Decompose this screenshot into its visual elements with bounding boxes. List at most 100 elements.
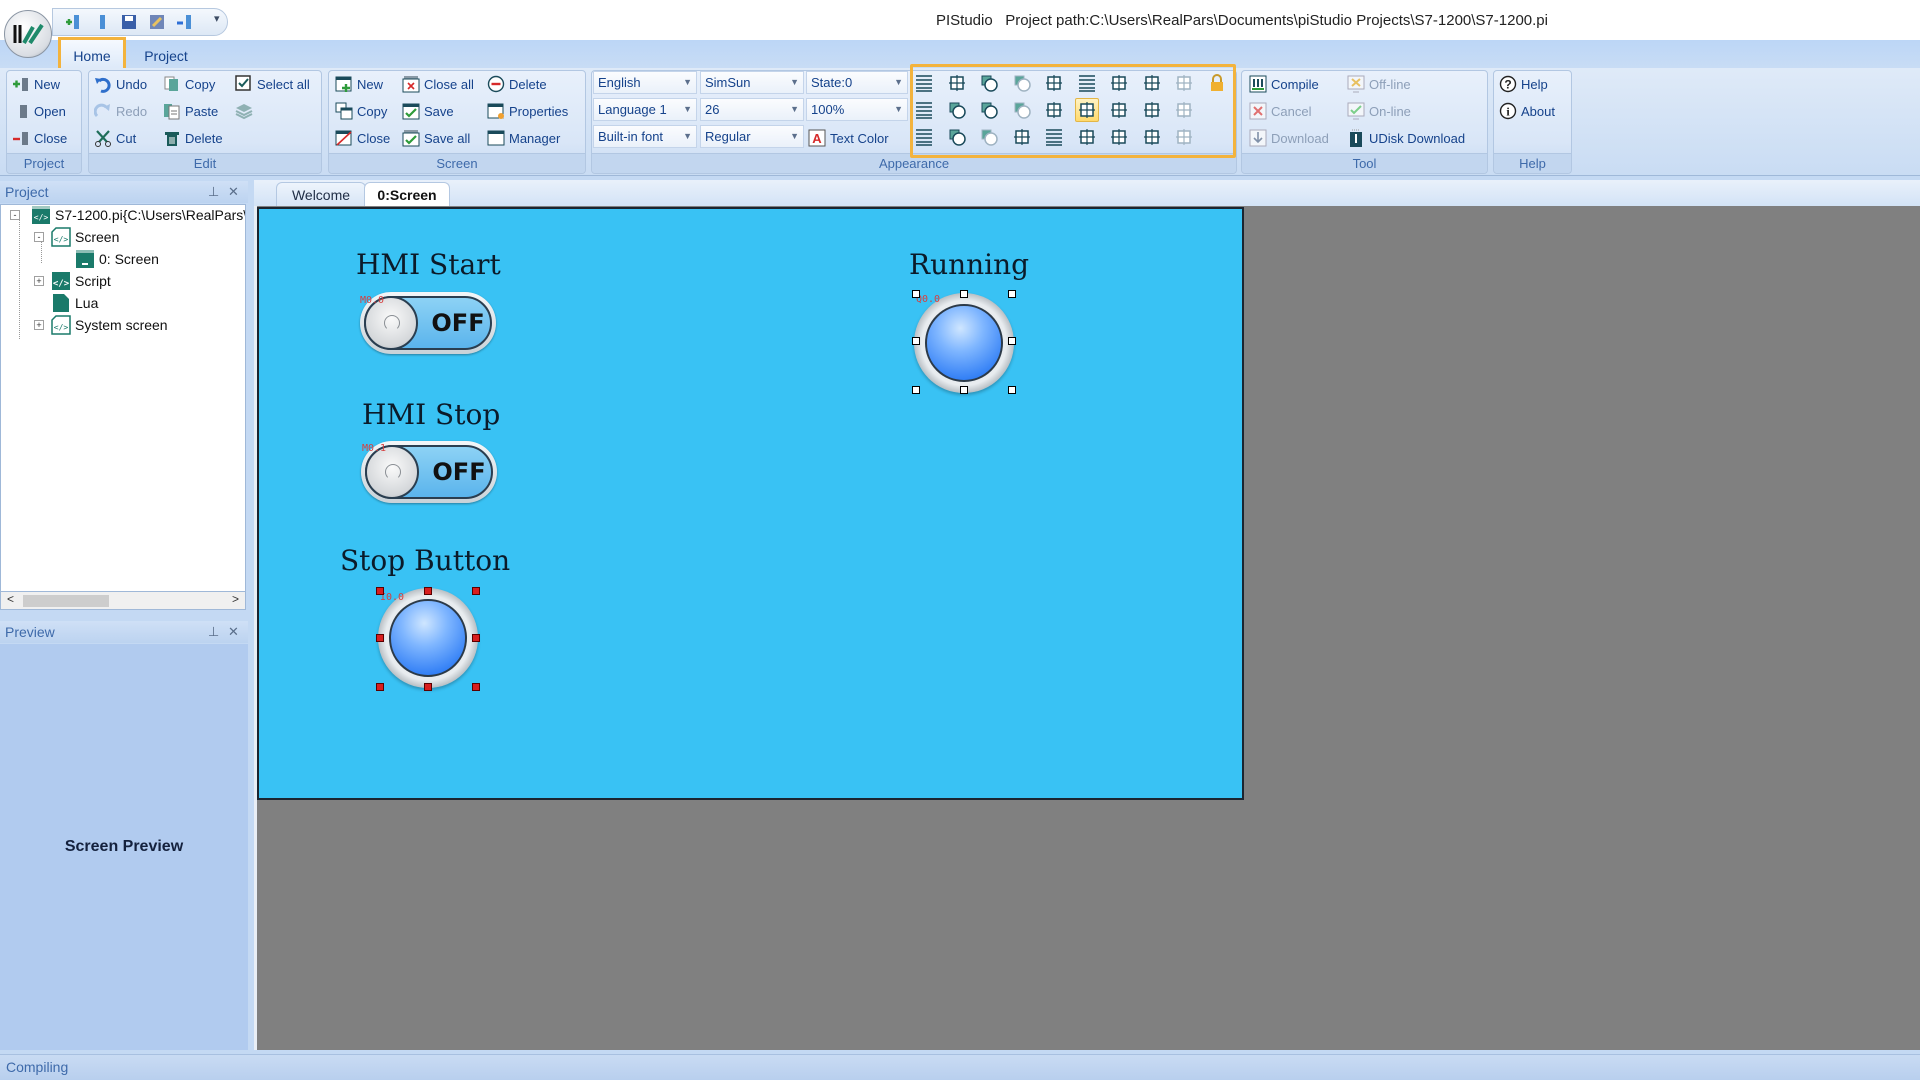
state-select[interactable]: State:0 ▼: [806, 71, 908, 94]
rotate-left-icon[interactable]: [1010, 71, 1034, 95]
offline-button[interactable]: Off-line: [1347, 73, 1411, 95]
center-horizontal-icon[interactable]: [1074, 98, 1099, 122]
resize-handle[interactable]: [1008, 337, 1016, 345]
screen-copy-button[interactable]: Copy: [335, 100, 387, 122]
project-new-button[interactable]: New: [12, 73, 60, 95]
tree-horizontal-scrollbar[interactable]: < >: [0, 592, 246, 610]
collapse-toggle[interactable]: -: [10, 210, 20, 220]
compile-button[interactable]: Compile: [1249, 73, 1319, 95]
label-stop-button[interactable]: Stop Button: [340, 544, 510, 577]
screen-new-button[interactable]: New: [335, 73, 383, 95]
resize-handle[interactable]: [376, 634, 384, 642]
cancel-button[interactable]: Cancel: [1249, 100, 1311, 122]
center-vertical-icon[interactable]: [1042, 98, 1066, 122]
undo-button[interactable]: Undo: [94, 73, 147, 95]
app-menu-button[interactable]: [4, 10, 52, 58]
pin-icon[interactable]: ⊥: [208, 181, 219, 203]
screen-manager-button[interactable]: Manager: [487, 127, 560, 149]
screen-close-button[interactable]: Close: [335, 127, 390, 149]
font-source-select[interactable]: Built-in font ▼: [593, 125, 697, 148]
resize-handle[interactable]: [376, 587, 384, 595]
qat-customize-dropdown[interactable]: ▾: [214, 12, 220, 25]
expand-toggle[interactable]: +: [34, 320, 44, 330]
send-to-back-icon[interactable]: [945, 125, 969, 149]
lamp-stop-button[interactable]: [378, 588, 478, 688]
layers-button[interactable]: [235, 100, 253, 122]
scroll-right-icon[interactable]: >: [232, 592, 239, 606]
ribbon-tab-home[interactable]: Home: [58, 37, 126, 71]
align-right-edge-icon[interactable]: [1042, 125, 1066, 149]
rotate-right-icon[interactable]: [1010, 98, 1034, 122]
format-painter-icon[interactable]: [1172, 125, 1196, 149]
move-right-icon[interactable]: [1107, 125, 1131, 149]
move-up-icon[interactable]: [1075, 125, 1099, 149]
cut-button[interactable]: Cut: [94, 127, 136, 149]
online-button[interactable]: On-line: [1347, 100, 1411, 122]
same-size-icon[interactable]: [1140, 125, 1164, 149]
tab-0-screen[interactable]: 0:Screen: [364, 182, 450, 206]
resize-handle[interactable]: [912, 386, 920, 394]
align-left-edge-icon[interactable]: [1075, 71, 1099, 95]
scrollbar-thumb[interactable]: [23, 595, 109, 607]
language-select[interactable]: English ▼: [593, 71, 697, 94]
resize-handle[interactable]: [912, 337, 920, 345]
edit-icon[interactable]: [147, 12, 167, 32]
align-center-icon[interactable]: [912, 98, 936, 122]
resize-handle[interactable]: [472, 683, 480, 691]
delete-button[interactable]: Delete: [163, 127, 223, 149]
resize-handle[interactable]: [376, 683, 384, 691]
redo-button[interactable]: Redo: [94, 100, 147, 122]
resize-handle[interactable]: [912, 290, 920, 298]
save-icon[interactable]: [119, 12, 139, 32]
select-all-button[interactable]: Select all: [235, 73, 310, 95]
scroll-left-icon[interactable]: <: [7, 592, 14, 606]
tree-item-screen[interactable]: </> Screen: [51, 227, 119, 247]
resize-handle[interactable]: [960, 386, 968, 394]
resize-handle[interactable]: [960, 290, 968, 298]
ribbon-tab-project[interactable]: Project: [136, 44, 196, 68]
expand-toggle[interactable]: +: [34, 276, 44, 286]
group-icon[interactable]: [977, 98, 1001, 122]
align-left-icon[interactable]: [912, 71, 936, 95]
new-project-icon[interactable]: [63, 12, 83, 32]
download-icon[interactable]: [175, 12, 195, 32]
font-size-select[interactable]: 26 ▼: [700, 98, 804, 121]
move-down-icon[interactable]: [1107, 98, 1131, 122]
zoom-select[interactable]: 100% ▼: [806, 98, 908, 121]
space-horizontal-icon[interactable]: [1172, 71, 1196, 95]
tree-item-system-screen[interactable]: </> System screen: [51, 315, 168, 335]
move-left-icon[interactable]: [1107, 71, 1131, 95]
tab-welcome[interactable]: Welcome: [276, 182, 366, 206]
bring-to-front-icon[interactable]: [977, 71, 1001, 95]
resize-handle[interactable]: [1008, 386, 1016, 394]
resize-handle[interactable]: [424, 587, 432, 595]
lamp-running[interactable]: [914, 293, 1014, 393]
label-hmi-start[interactable]: HMI Start: [356, 248, 501, 281]
project-close-button[interactable]: Close: [12, 127, 67, 149]
about-button[interactable]: i About: [1499, 100, 1555, 122]
screen-save-button[interactable]: Save: [402, 100, 454, 122]
close-icon[interactable]: ✕: [228, 181, 239, 203]
align-top-icon[interactable]: [1010, 125, 1034, 149]
resize-handle[interactable]: [472, 634, 480, 642]
collapse-toggle[interactable]: -: [34, 232, 44, 242]
tree-item-project-root[interactable]: </> S7-1200.pi{C:\Users\RealPars\: [31, 205, 245, 225]
bring-forward-icon[interactable]: [945, 71, 969, 95]
screen-save-all-button[interactable]: Save all: [402, 127, 470, 149]
pin-icon[interactable]: ⊥: [208, 621, 219, 643]
same-width-icon[interactable]: [1140, 71, 1164, 95]
language-index-select[interactable]: Language 1 ▼: [593, 98, 697, 121]
font-name-select[interactable]: SimSun ▼: [700, 71, 804, 94]
screen-close-all-button[interactable]: Close all: [402, 73, 474, 95]
project-open-button[interactable]: Open: [12, 100, 66, 122]
lock-icon[interactable]: [1205, 71, 1229, 95]
paste-button[interactable]: Paste: [163, 100, 218, 122]
udisk-download-button[interactable]: UDisk Download: [1347, 127, 1465, 149]
text-color-button[interactable]: A Text Color: [808, 127, 889, 149]
resize-handle[interactable]: [424, 683, 432, 691]
screen-delete-button[interactable]: Delete: [487, 73, 547, 95]
send-backward-icon[interactable]: [945, 98, 969, 122]
font-style-select[interactable]: Regular ▼: [700, 125, 804, 148]
download-button[interactable]: Download: [1249, 127, 1329, 149]
tree-item-script[interactable]: </> Script: [51, 271, 111, 291]
